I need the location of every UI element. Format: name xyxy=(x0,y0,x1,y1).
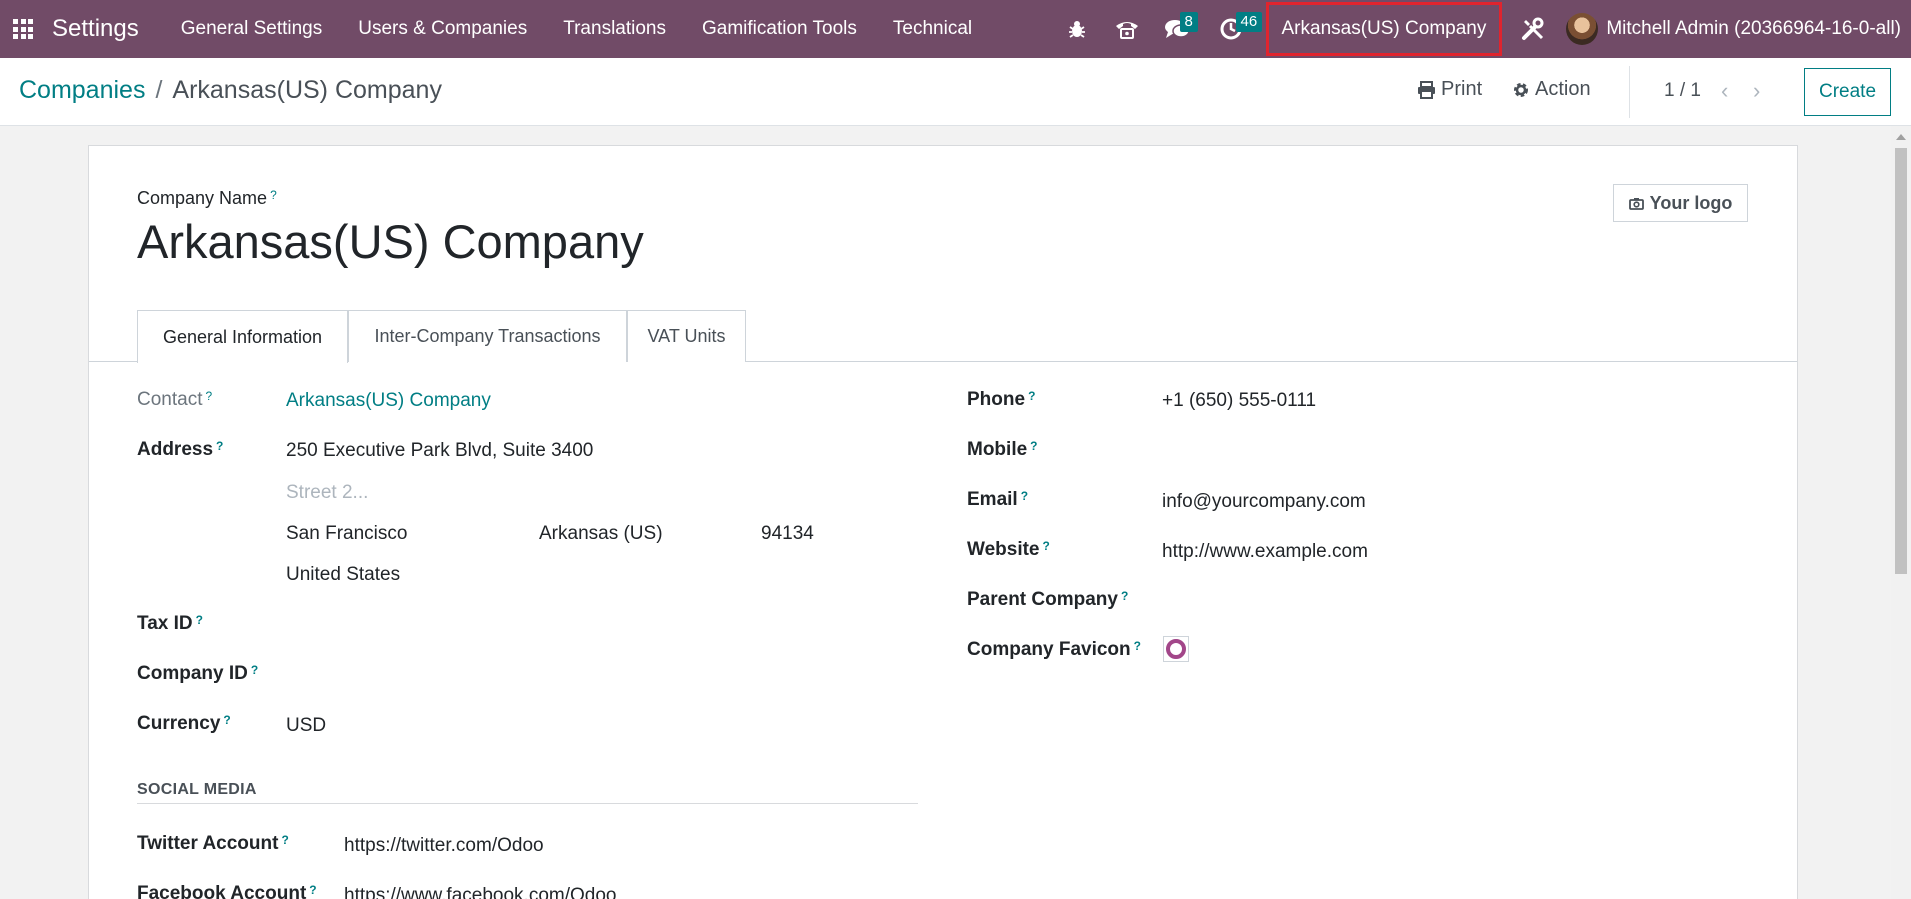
phone-field[interactable]: +1 (650) 555-0111 xyxy=(1162,390,1316,412)
menu-general-settings[interactable]: General Settings xyxy=(163,0,341,58)
scroll-up-icon[interactable] xyxy=(1896,134,1906,140)
user-name: Mitchell Admin (20366964-16-0-all) xyxy=(1606,18,1901,39)
breadcrumb: Companies / Arkansas(US) Company xyxy=(19,76,442,105)
help-tooltip-icon[interactable]: ? xyxy=(251,663,258,677)
notebook-tabs: General Information Inter-Company Transa… xyxy=(89,310,1797,363)
divider xyxy=(1629,66,1630,118)
help-tooltip-icon[interactable]: ? xyxy=(1021,489,1028,503)
breadcrumb-current: Arkansas(US) Company xyxy=(172,76,442,104)
breadcrumb-companies[interactable]: Companies xyxy=(19,76,145,105)
mobile-label: Mobile? xyxy=(967,439,1038,460)
help-tooltip-icon[interactable]: ? xyxy=(1030,439,1037,453)
help-tooltip-icon[interactable]: ? xyxy=(1028,389,1035,403)
user-menu[interactable]: Mitchell Admin (20366964-16-0-all) xyxy=(1558,13,1911,45)
help-tooltip-icon[interactable]: ? xyxy=(1134,639,1141,653)
help-tooltip-icon[interactable]: ? xyxy=(1043,539,1050,553)
company-switcher[interactable]: Arkansas(US) Company xyxy=(1265,2,1503,56)
activities-badge: 46 xyxy=(1235,12,1263,32)
state-field[interactable]: Arkansas (US) xyxy=(539,523,663,545)
help-tooltip-icon[interactable]: ? xyxy=(1121,589,1128,603)
help-tooltip-icon[interactable]: ? xyxy=(281,833,288,847)
website-field[interactable]: http://www.example.com xyxy=(1162,541,1368,563)
tools-icon[interactable] xyxy=(1508,0,1558,58)
website-label: Website? xyxy=(967,539,1050,560)
form-sheet: Company Name? Arkansas(US) Company Your … xyxy=(88,145,1798,899)
email-field[interactable]: info@yourcompany.com xyxy=(1162,491,1366,513)
print-icon xyxy=(1418,80,1435,99)
action-button[interactable]: Action xyxy=(1512,78,1591,101)
currency-label: Currency? xyxy=(137,713,231,734)
twitter-label: Twitter Account? xyxy=(137,833,289,854)
pager-value[interactable]: 1 / 1 xyxy=(1664,80,1701,102)
contact-label: Contact? xyxy=(137,389,213,410)
company-switcher-label: Arkansas(US) Company xyxy=(1281,18,1487,39)
email-label: Email? xyxy=(967,489,1029,510)
menu-translations[interactable]: Translations xyxy=(545,0,684,58)
facebook-field[interactable]: https://www.facebook.com/Odoo xyxy=(344,885,616,899)
tax-id-label: Tax ID? xyxy=(137,613,203,634)
facebook-label: Facebook Account? xyxy=(137,883,317,899)
company-favicon-image[interactable] xyxy=(1163,636,1189,662)
menu-users-companies[interactable]: Users & Companies xyxy=(340,0,545,58)
help-tooltip-icon[interactable]: ? xyxy=(270,188,277,202)
logo-button-label: Your logo xyxy=(1649,192,1733,213)
currency-field[interactable]: USD xyxy=(286,715,326,737)
help-tooltip-icon[interactable]: ? xyxy=(309,883,316,897)
chevron-right-icon[interactable]: › xyxy=(1753,78,1760,104)
logo-upload-button[interactable]: Your logo xyxy=(1613,184,1748,222)
camera-icon xyxy=(1628,197,1644,210)
twitter-field[interactable]: https://twitter.com/Odoo xyxy=(344,835,544,857)
help-tooltip-icon[interactable]: ? xyxy=(196,613,203,627)
scrollbar-thumb[interactable] xyxy=(1895,148,1907,574)
country-field[interactable]: United States xyxy=(286,564,400,586)
company-name-label: Company Name? xyxy=(137,188,277,208)
phone-label: Phone? xyxy=(967,389,1036,410)
apps-grid-icon[interactable] xyxy=(0,0,46,58)
tab-general-information[interactable]: General Information xyxy=(137,310,348,363)
street-field[interactable]: 250 Executive Park Blvd, Suite 3400 xyxy=(286,440,593,462)
scrollbar[interactable] xyxy=(1891,126,1911,899)
company-favicon-label: Company Favicon? xyxy=(967,639,1141,660)
social-media-section-title: SOCIAL MEDIA xyxy=(137,781,257,798)
help-tooltip-icon[interactable]: ? xyxy=(223,713,230,727)
contact-value[interactable]: Arkansas(US) Company xyxy=(286,390,491,412)
help-tooltip-icon[interactable]: ? xyxy=(205,389,212,403)
company-name-field[interactable]: Arkansas(US) Company xyxy=(137,214,644,269)
app-name[interactable]: Settings xyxy=(52,15,139,43)
avatar xyxy=(1566,13,1599,45)
phone-icon[interactable] xyxy=(1102,0,1152,58)
action-label: Action xyxy=(1535,78,1591,100)
tab-inter-company-transactions[interactable]: Inter-Company Transactions xyxy=(348,310,627,362)
menu-technical[interactable]: Technical xyxy=(875,0,990,58)
street2-field[interactable]: Street 2... xyxy=(286,482,368,504)
bug-icon[interactable] xyxy=(1052,0,1102,58)
company-id-label: Company ID? xyxy=(137,663,259,684)
top-navbar: Settings General Settings Users & Compan… xyxy=(0,0,1911,58)
chat-icon[interactable]: 8 xyxy=(1152,0,1202,58)
zip-field[interactable]: 94134 xyxy=(761,523,814,545)
control-panel: Companies / Arkansas(US) Company Print A… xyxy=(0,58,1911,126)
menu-gamification-tools[interactable]: Gamification Tools xyxy=(684,0,875,58)
chevron-left-icon[interactable]: ‹ xyxy=(1721,78,1728,104)
print-label: Print xyxy=(1441,78,1483,100)
city-field[interactable]: San Francisco xyxy=(286,523,407,545)
parent-company-label: Parent Company? xyxy=(967,589,1129,610)
gear-icon xyxy=(1514,82,1528,97)
favicon-icon xyxy=(1166,639,1186,659)
clock-icon[interactable]: 46 xyxy=(1206,0,1263,58)
address-label: Address? xyxy=(137,439,224,460)
create-button[interactable]: Create xyxy=(1804,68,1891,116)
messages-badge: 8 xyxy=(1179,12,1198,32)
breadcrumb-separator: / xyxy=(155,76,163,104)
help-tooltip-icon[interactable]: ? xyxy=(216,439,223,453)
print-button[interactable]: Print xyxy=(1417,78,1482,101)
section-divider xyxy=(137,803,918,804)
tab-vat-units[interactable]: VAT Units xyxy=(627,310,746,362)
